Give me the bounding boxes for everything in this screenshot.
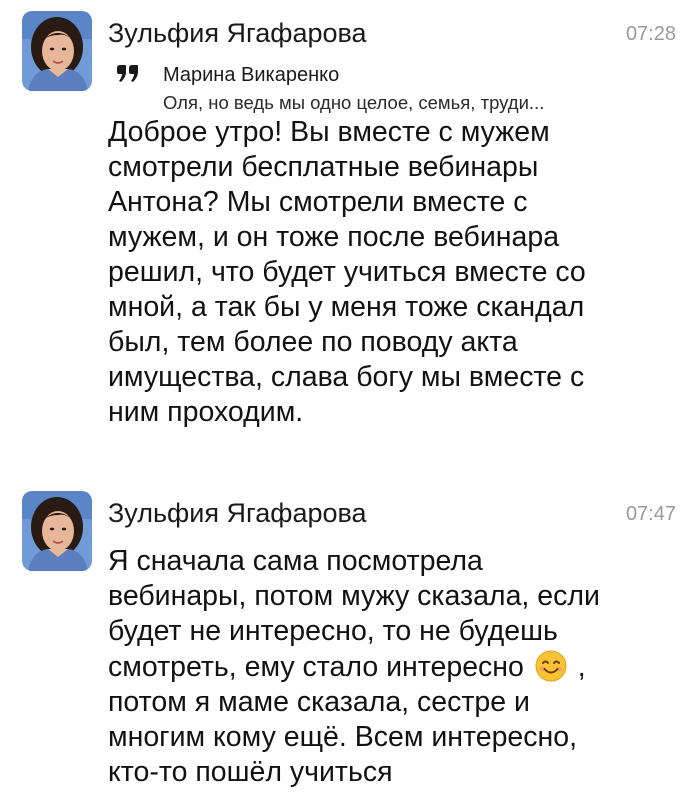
user-photo-avatar-icon: [22, 11, 92, 91]
sender-avatar[interactable]: [22, 491, 92, 571]
smiling-face-emoji-icon: [534, 649, 570, 682]
message-text: Я сначала сама посмотрела вебинары, пото…: [108, 544, 678, 790]
sender-avatar[interactable]: [22, 11, 92, 91]
message-text-part-1: Я сначала сама посмотрела вебинары, пото…: [108, 545, 600, 683]
message-time: 07:47: [625, 503, 676, 525]
message-text: Доброе утро! Вы вместе с мужем смотрели …: [108, 116, 586, 428]
user-photo-avatar-icon: [22, 491, 92, 571]
quote-author[interactable]: Марина Викаренко: [163, 63, 339, 87]
quote-text[interactable]: Оля, но ведь мы одно целое, семья, труди…: [163, 92, 653, 114]
message-1: Зульфия Ягафарова 07:28 Марина Викаренко…: [0, 0, 698, 470]
message-2: Зульфия Ягафарова 07:47 Я сначала сама п…: [0, 480, 698, 800]
message-time: 07:28: [625, 23, 676, 45]
sender-name[interactable]: Зульфия Ягафарова: [108, 18, 367, 48]
sender-name[interactable]: Зульфия Ягафарова: [108, 498, 367, 528]
quote-icon: [117, 65, 138, 82]
